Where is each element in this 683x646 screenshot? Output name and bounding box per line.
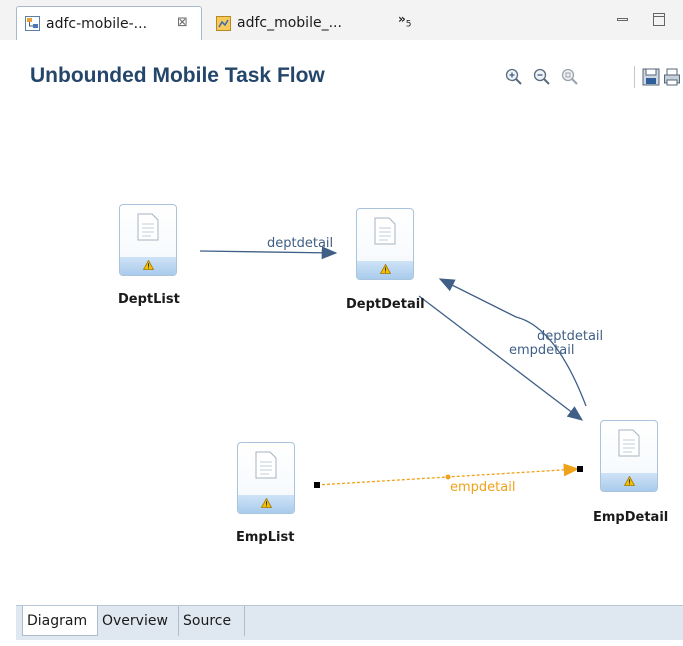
view-page-icon xyxy=(374,217,396,245)
tab-adfc-mobile-source[interactable]: adfc_mobile_... xyxy=(208,6,373,40)
warning-icon xyxy=(261,498,272,508)
edge-label[interactable]: deptdetail xyxy=(537,329,603,344)
edge-label[interactable]: deptdetail xyxy=(267,236,333,251)
activity-deptlist[interactable] xyxy=(119,204,177,276)
tab-overview[interactable]: Overview xyxy=(98,606,179,636)
task-flow-diagram-icon xyxy=(25,16,40,31)
edge-label[interactable]: empdetail xyxy=(450,480,515,495)
tab-adfc-mobile-diagram[interactable]: adfc-mobile-... ⊠ xyxy=(16,6,202,40)
zoom-in-icon[interactable] xyxy=(505,68,523,86)
activity-footer xyxy=(238,495,294,513)
view-page-icon xyxy=(618,429,640,457)
zoom-out-icon[interactable] xyxy=(533,68,551,86)
overflow-count: 5 xyxy=(405,19,412,30)
edge-deptdetail-empdetail[interactable] xyxy=(418,295,584,421)
tab-label: adfc-mobile-... xyxy=(46,15,148,32)
activity-emplist[interactable] xyxy=(237,442,295,514)
tab-diagram[interactable]: Diagram xyxy=(22,606,98,636)
activity-footer xyxy=(357,261,413,279)
save-image-icon[interactable] xyxy=(642,68,660,86)
activity-empdetail[interactable] xyxy=(600,420,658,492)
zoom-fit-icon[interactable] xyxy=(561,68,579,86)
maximize-icon[interactable] xyxy=(653,13,665,26)
warning-icon xyxy=(143,260,154,270)
edge-deptlist-deptdetail[interactable] xyxy=(199,246,338,260)
edges-layer xyxy=(199,246,587,488)
editor-tab-bar: adfc-mobile-... ⊠ adfc_mobile_... »5 xyxy=(0,0,683,40)
print-icon[interactable] xyxy=(664,68,680,86)
page-title: Unbounded Mobile Task Flow xyxy=(30,64,325,87)
view-page-icon xyxy=(137,213,159,241)
tab-overflow-button[interactable]: »5 xyxy=(398,12,412,29)
selection-handle[interactable] xyxy=(577,466,583,472)
edge-label[interactable]: empdetail xyxy=(509,343,574,358)
view-page-icon xyxy=(255,451,277,479)
activity-footer xyxy=(601,473,657,491)
toolbar-separator xyxy=(634,66,635,88)
activity-label: DeptList xyxy=(118,292,180,307)
activity-label: DeptDetail xyxy=(346,297,425,312)
chevron-double-right-icon: » xyxy=(398,12,406,26)
activity-label: EmpDetail xyxy=(593,510,669,525)
minimize-icon[interactable] xyxy=(617,18,628,21)
tab-label: adfc_mobile_... xyxy=(237,15,342,31)
task-flow-file-icon xyxy=(216,15,231,31)
close-tab-icon[interactable]: ⊠ xyxy=(177,15,188,30)
activity-footer xyxy=(120,257,176,275)
tab-source[interactable]: Source xyxy=(179,606,245,636)
activity-label: EmpList xyxy=(236,530,295,545)
selection-handle[interactable] xyxy=(314,482,320,488)
warning-icon xyxy=(380,264,391,274)
warning-icon xyxy=(624,476,635,486)
selection-midpoint-handle[interactable] xyxy=(445,474,451,480)
editor-bottom-tabs: Diagram Overview Source xyxy=(16,605,683,640)
activity-deptdetail[interactable] xyxy=(356,208,414,280)
diagram-canvas[interactable]: DeptList DeptDetail EmpList EmpDetail de… xyxy=(16,102,683,605)
diagram-header: Unbounded Mobile Task Flow xyxy=(16,40,683,102)
